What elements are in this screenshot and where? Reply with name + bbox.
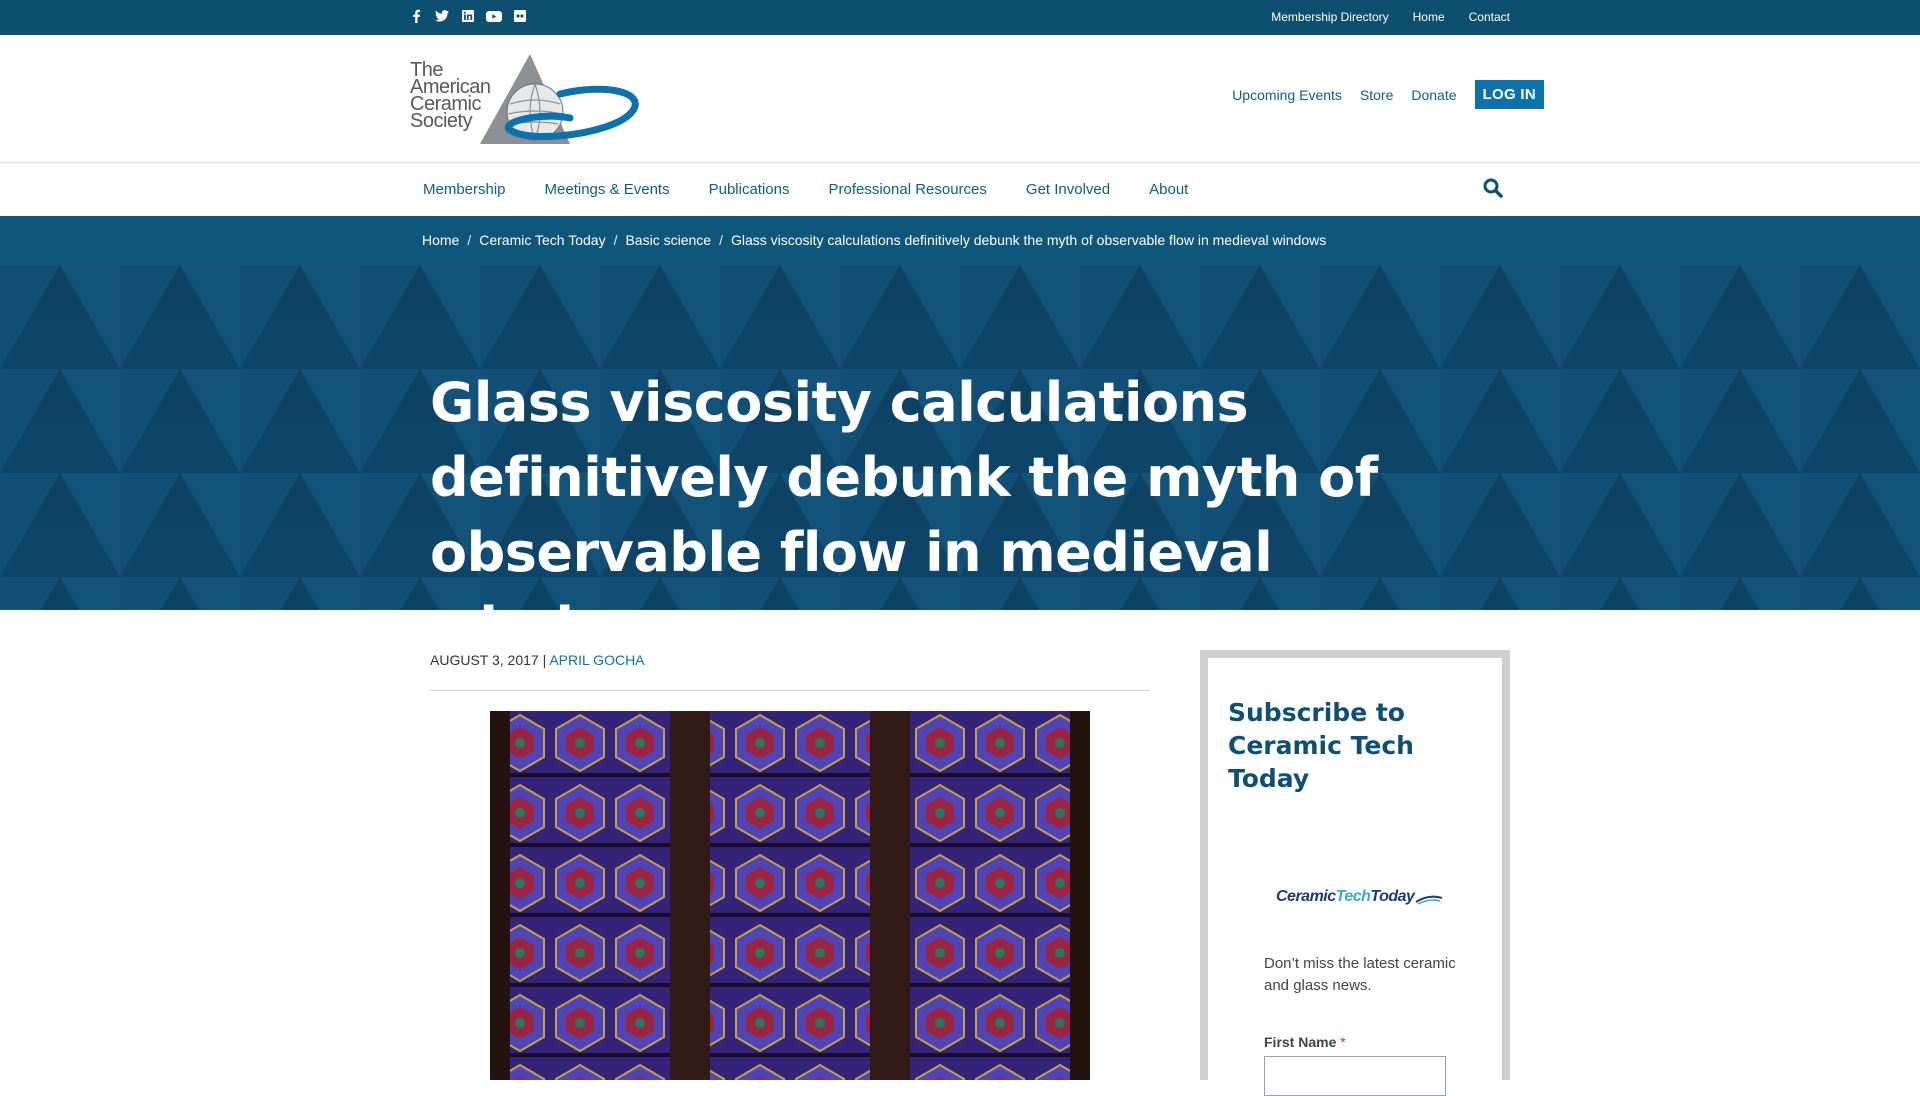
nav-item-professional-resources[interactable]: Professional Resources <box>815 181 986 198</box>
login-button[interactable]: LOG IN <box>1474 80 1544 109</box>
twitter-icon[interactable] <box>434 8 450 24</box>
flickr-icon[interactable] <box>512 8 528 24</box>
article-meta: AUGUST 3, 2017 | APRIL GOCHA <box>430 652 645 668</box>
breadcrumb-current: Glass viscosity calculations definitivel… <box>730 232 1327 248</box>
main-nav: Membership Meetings & Events Publication… <box>0 164 1920 216</box>
store-link[interactable]: Store <box>1360 87 1393 103</box>
article-author-link[interactable]: APRIL GOCHA <box>549 652 644 668</box>
breadcrumb-ceramic-tech-today[interactable]: Ceramic Tech Today <box>479 232 605 248</box>
hero-banner: Glass viscosity calculations definitivel… <box>0 265 1920 610</box>
nav-item-meetings-events[interactable]: Meetings & Events <box>532 181 670 198</box>
nav-item-membership[interactable]: Membership <box>410 181 506 198</box>
breadcrumb-separator: / <box>467 232 472 248</box>
utility-links: Membership Directory Home Contact <box>1271 10 1510 24</box>
utility-bar: Membership Directory Home Contact <box>0 0 1920 35</box>
header-links: Upcoming Events Store Donate LOG IN <box>1232 80 1544 109</box>
social-links <box>408 8 528 24</box>
page-title: Glass viscosity calculations definitivel… <box>430 371 1378 610</box>
required-mark: * <box>1340 1034 1346 1050</box>
meta-separator: | <box>538 652 550 668</box>
upcoming-events-link[interactable]: Upcoming Events <box>1232 87 1342 103</box>
logo-wordmark: The American Ceramic Society <box>410 59 491 132</box>
breadcrumb-separator: / <box>613 232 618 248</box>
home-link[interactable]: Home <box>1413 10 1445 24</box>
facebook-icon[interactable] <box>408 8 424 24</box>
search-icon[interactable] <box>1482 177 1504 199</box>
membership-directory-link[interactable]: Membership Directory <box>1271 10 1388 24</box>
breadcrumb-bar: Home / Ceramic Tech Today / Basic scienc… <box>0 216 1920 265</box>
ceramic-tech-today-logo: CeramicTechToday <box>1276 888 1443 914</box>
donate-link[interactable]: Donate <box>1411 87 1456 103</box>
breadcrumb-home[interactable]: Home <box>422 232 459 248</box>
subscribe-title: Subscribe to Ceramic Tech Today <box>1228 698 1414 793</box>
first-name-field[interactable] <box>1264 1056 1446 1096</box>
article-hero-image <box>490 711 1090 1080</box>
meta-divider <box>430 690 1150 691</box>
subscribe-description: Don’t miss the latest ceramic and glass … <box>1264 955 1456 994</box>
nav-item-publications[interactable]: Publications <box>696 181 790 198</box>
first-name-label: First Name * <box>1264 1034 1346 1050</box>
nav-item-about[interactable]: About <box>1136 181 1188 198</box>
site-header: The American Ceramic Society Upcoming Ev… <box>0 35 1920 163</box>
subscribe-panel: Subscribe to Ceramic Tech Today CeramicT… <box>1208 658 1502 1096</box>
breadcrumb-basic-science[interactable]: Basic science <box>625 232 711 248</box>
breadcrumb: Home / Ceramic Tech Today / Basic scienc… <box>422 232 1326 248</box>
subscribe-sidebar: Subscribe to Ceramic Tech Today CeramicT… <box>1200 650 1510 1096</box>
acers-logo[interactable]: The American Ceramic Society <box>410 52 650 148</box>
youtube-icon[interactable] <box>486 8 502 24</box>
nav-item-get-involved[interactable]: Get Involved <box>1013 181 1110 198</box>
article-date: AUGUST 3, 2017 <box>430 652 539 668</box>
contact-link[interactable]: Contact <box>1469 10 1510 24</box>
breadcrumb-separator: / <box>719 232 723 248</box>
linkedin-icon[interactable] <box>460 8 476 24</box>
